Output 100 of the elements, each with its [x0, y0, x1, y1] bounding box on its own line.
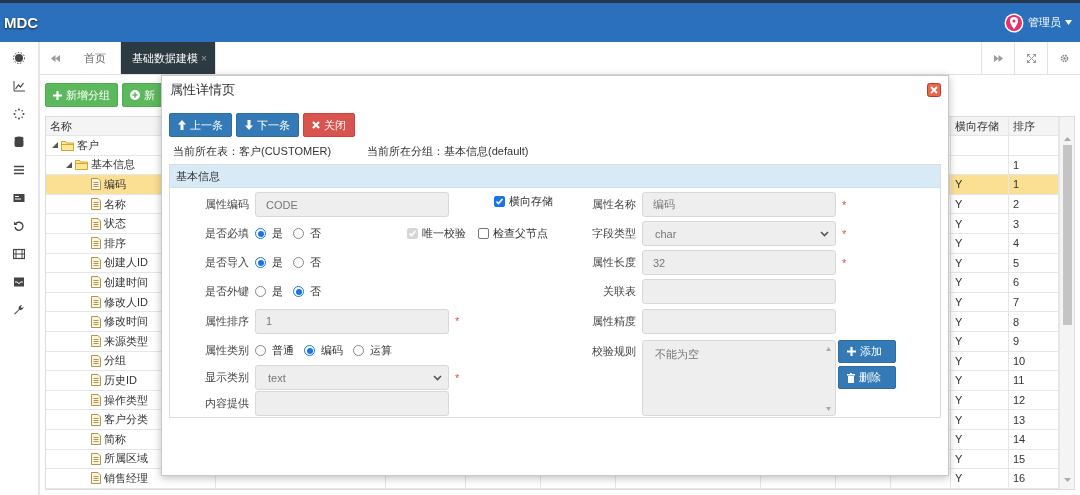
- folder-icon: [61, 139, 74, 151]
- spinner-icon[interactable]: [13, 108, 25, 120]
- tree-label: 销售经理: [104, 470, 148, 486]
- list-item[interactable]: 不能为空: [655, 347, 699, 362]
- checkbox-label: 检查父节点: [493, 226, 548, 241]
- checkbox[interactable]: [478, 228, 489, 239]
- tree-label: 来源类型: [104, 333, 148, 349]
- table-cell: Y: [951, 351, 1009, 372]
- radio-button[interactable]: [293, 257, 304, 268]
- table-cell: Y: [951, 292, 1009, 313]
- radio-button[interactable]: [293, 286, 304, 297]
- radio-button[interactable]: [255, 257, 266, 268]
- input-field[interactable]: CODE: [255, 192, 449, 217]
- tree-label: 历史ID: [104, 372, 137, 388]
- select-field[interactable]: text: [255, 365, 449, 390]
- wrench-icon[interactable]: [13, 304, 25, 316]
- document-icon: [91, 237, 101, 250]
- select-field[interactable]: char: [642, 221, 836, 246]
- tree-label: 操作类型: [104, 392, 148, 408]
- column-header[interactable]: 横向存储: [951, 117, 1009, 136]
- document-icon: [91, 276, 101, 289]
- table-cell: Y: [951, 371, 1009, 391]
- input-field[interactable]: [255, 390, 449, 416]
- checkbox-label: 横向存储: [509, 194, 553, 209]
- field-label: 校验规则: [592, 344, 637, 359]
- tab-close[interactable]: ×: [201, 52, 207, 64]
- plus-icon: [847, 347, 856, 356]
- radio-label: 普通: [272, 343, 294, 358]
- close-button[interactable]: 关闭: [303, 113, 355, 137]
- previous-button[interactable]: 上一条: [169, 113, 232, 137]
- user-name[interactable]: 管理员: [1028, 15, 1061, 30]
- next-button[interactable]: 下一条: [236, 113, 299, 137]
- table-cell: Y: [951, 410, 1009, 430]
- document-icon: [91, 452, 101, 465]
- inbox-icon[interactable]: [13, 276, 25, 288]
- double-right-icon: [993, 53, 1003, 63]
- input-field[interactable]: [642, 279, 836, 304]
- radio-label: 编码: [321, 343, 343, 358]
- rule-list[interactable]: 不能为空: [642, 340, 836, 416]
- tree-label: 简称: [104, 431, 126, 447]
- trash-icon: [847, 372, 855, 383]
- radio-button[interactable]: [255, 345, 266, 356]
- required-mark: *: [454, 315, 460, 327]
- info-text: 当前所在分组：基本信息(default): [367, 143, 529, 159]
- document-icon: [91, 178, 101, 191]
- card-icon[interactable]: [13, 192, 25, 204]
- required-mark: *: [841, 198, 847, 211]
- radio-button[interactable]: [255, 286, 266, 297]
- document-icon: [91, 217, 101, 230]
- table-cell: Y: [951, 233, 1009, 254]
- table-cell: Y: [951, 390, 1009, 411]
- close-icon[interactable]: [927, 83, 941, 97]
- add-button[interactable]: 添加: [838, 340, 896, 363]
- input-field[interactable]: 编码: [642, 192, 836, 217]
- scrollbar-thumb[interactable]: [1062, 145, 1072, 325]
- radio-button[interactable]: [353, 345, 364, 356]
- document-icon: [91, 335, 101, 348]
- field-label: 属性精度: [592, 313, 637, 329]
- table-cell: Y: [951, 429, 1009, 450]
- document-icon: [91, 394, 101, 406]
- table-cell: Y: [951, 273, 1009, 293]
- tab-label: 基础数据建模: [132, 50, 198, 66]
- radio-label: 否: [310, 255, 321, 270]
- input-field[interactable]: 1: [255, 308, 449, 334]
- gear-icon[interactable]: [13, 52, 25, 64]
- expand-triangle-icon[interactable]: [52, 142, 58, 149]
- expand-triangle-icon[interactable]: [66, 161, 72, 168]
- document-icon: [91, 296, 101, 309]
- scrollbar[interactable]: [1059, 117, 1074, 489]
- radio-button[interactable]: [304, 345, 315, 356]
- list-icon[interactable]: [13, 164, 25, 176]
- caret-icon[interactable]: [1065, 20, 1072, 25]
- table-cell: Y: [951, 312, 1009, 332]
- required-mark: *: [841, 227, 847, 240]
- radio-button[interactable]: [293, 228, 304, 239]
- input-field[interactable]: 32: [642, 250, 836, 275]
- checkbox[interactable]: [494, 196, 505, 207]
- document-icon: [91, 433, 101, 446]
- radio-button[interactable]: [255, 228, 266, 239]
- document-icon: [91, 472, 101, 485]
- tree-label: 状态: [104, 216, 126, 232]
- film-icon[interactable]: [13, 248, 25, 260]
- field-label: 关联表: [603, 284, 637, 299]
- input-field[interactable]: [642, 308, 836, 334]
- expand-icon: [1026, 53, 1036, 63]
- history-icon[interactable]: [13, 220, 25, 232]
- table-cell: Y: [951, 469, 1009, 489]
- tree-label: 创建时间: [104, 274, 148, 290]
- location-pin-icon[interactable]: [1004, 12, 1024, 33]
- close-icon: [312, 121, 320, 129]
- delete-button[interactable]: 删除: [838, 366, 896, 389]
- circle-plus-icon: [130, 90, 140, 100]
- radio-label: 运算: [370, 343, 392, 358]
- database-icon[interactable]: [13, 136, 25, 148]
- tree-label: 基本信息: [91, 157, 135, 173]
- radio-label: 否: [310, 284, 321, 299]
- tab[interactable]: 基础数据建模 ×: [121, 42, 216, 74]
- field-label: 字段类型: [592, 226, 637, 241]
- radio-label: 是: [272, 255, 283, 270]
- line-chart-icon[interactable]: [13, 80, 25, 92]
